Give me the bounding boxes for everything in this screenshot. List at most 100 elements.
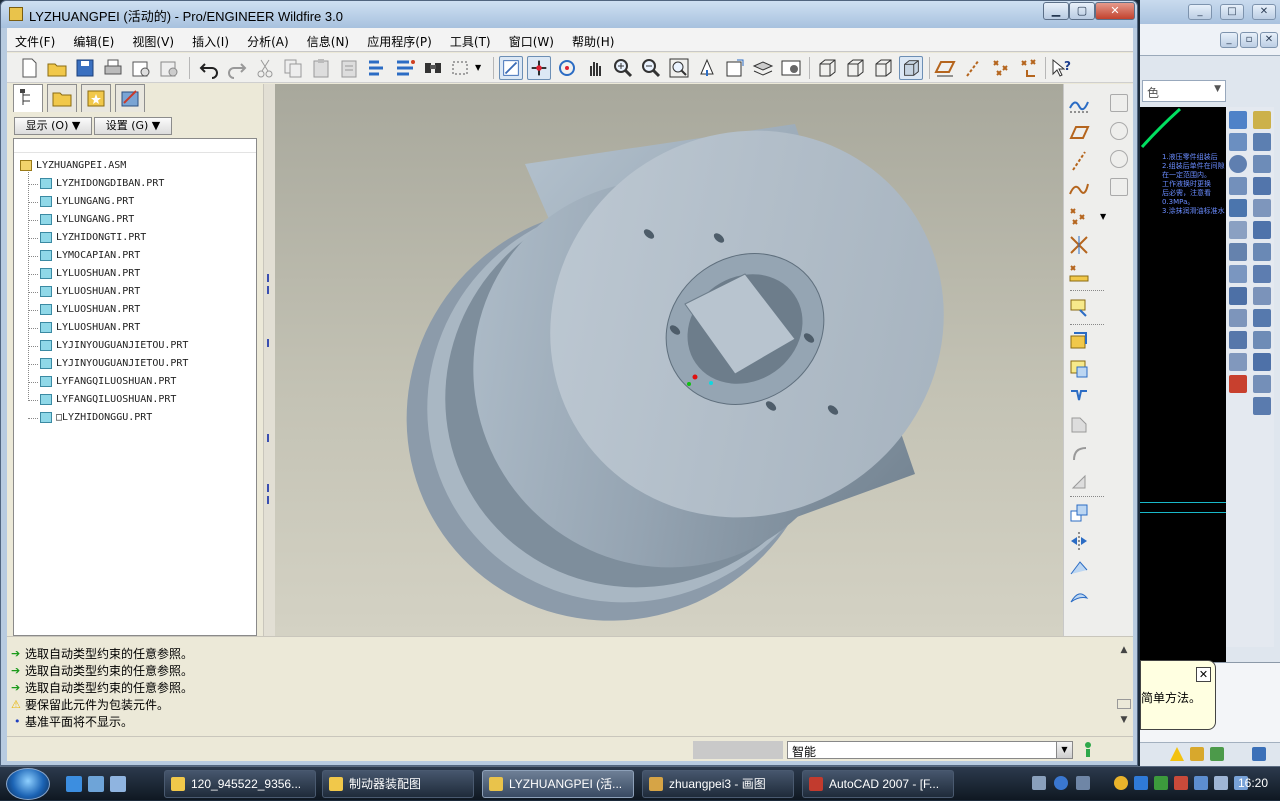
datum-plane-tool-icon[interactable] [1068, 122, 1090, 144]
redo-icon[interactable] [225, 56, 249, 80]
revolve-tool-icon[interactable] [1110, 122, 1128, 140]
help-icon[interactable] [1054, 776, 1068, 790]
connections-tab[interactable] [115, 84, 145, 112]
background-title-bar[interactable]: _ □ ✕ [1140, 0, 1280, 24]
menu-file[interactable]: 文件(F) [7, 28, 60, 50]
title-bar[interactable]: LYZHUANGPEI (活动的) - Pro/ENGINEER Wildfir… [1, 1, 1137, 28]
rib-tool-icon[interactable] [1068, 470, 1090, 492]
zoom-out-icon[interactable] [639, 56, 663, 80]
cad-lock-icon[interactable] [1190, 747, 1204, 761]
tree-item[interactable]: LYLUOSHUAN.PRT [14, 319, 256, 337]
create-component-icon[interactable] [1068, 358, 1090, 380]
cad-screen-icon[interactable] [1252, 747, 1266, 761]
hole-tool-icon[interactable] [1068, 386, 1090, 408]
copy-icon[interactable] [281, 56, 305, 80]
splitter-arrow[interactable] [267, 434, 272, 442]
saved-views-icon[interactable] [723, 56, 747, 80]
bg-doc-close-button[interactable]: ✕ [1260, 32, 1278, 48]
csys-display-icon[interactable] [1017, 56, 1041, 80]
cad-trim2-icon[interactable] [1253, 309, 1271, 327]
cad-stretch-icon[interactable] [1253, 287, 1271, 305]
scroll-up-arrow[interactable]: ▲ [1117, 645, 1131, 655]
open-icon[interactable] [45, 56, 69, 80]
start-button[interactable] [6, 768, 50, 800]
quicklaunch-switch-icon[interactable] [110, 776, 126, 792]
no-hidden-icon[interactable] [871, 56, 895, 80]
hidden-line-icon[interactable] [843, 56, 867, 80]
menu-tools[interactable]: 工具(T) [442, 28, 496, 50]
graphics-window[interactable] [275, 84, 1063, 636]
cad-polyline-icon[interactable] [1229, 133, 1247, 151]
cad-block-icon[interactable] [1229, 331, 1247, 349]
cad-array-icon[interactable] [1253, 199, 1271, 217]
menu-help[interactable]: 帮助(H) [564, 28, 619, 50]
volume-icon[interactable] [1214, 776, 1228, 790]
cad-warning-icon[interactable] [1170, 747, 1184, 761]
zoom-in-icon[interactable] [611, 56, 635, 80]
tree-item[interactable]: LYZHIDONGTI.PRT [14, 229, 256, 247]
tree-root-assembly[interactable]: LYZHUANGPEI.ASM [14, 157, 256, 175]
context-help-icon[interactable]: ? [1049, 56, 1073, 80]
show-button[interactable]: 显示 (O) ▼ [14, 117, 92, 135]
regenerate-icon[interactable] [365, 56, 389, 80]
analysis-feature-icon[interactable] [1068, 262, 1090, 284]
minimize-button[interactable]: ▁ [1043, 2, 1069, 20]
cad-dim-icon[interactable] [1229, 243, 1247, 261]
menu-applications[interactable]: 应用程序(P) [359, 28, 437, 50]
network-icon[interactable] [1194, 776, 1208, 790]
tree-item[interactable]: LYLUOSHUAN.PRT [14, 301, 256, 319]
input-method-icon[interactable] [1076, 776, 1090, 790]
offset-tool-icon[interactable] [1068, 558, 1090, 580]
select-box-icon[interactable] [449, 56, 473, 80]
tree-item[interactable]: LYMOCAPIAN.PRT [14, 247, 256, 265]
clock[interactable]: 16:20 [1238, 776, 1268, 790]
save-icon[interactable] [73, 56, 97, 80]
assemble-component-icon[interactable] [1068, 330, 1090, 352]
panel-splitter[interactable] [263, 84, 275, 636]
round-tool-icon[interactable] [1068, 414, 1090, 436]
datum-axis-tool-icon[interactable] [1068, 150, 1090, 172]
layers-icon[interactable] [751, 56, 775, 80]
cad-hatch-icon[interactable] [1229, 265, 1247, 283]
tree-item[interactable]: LYLUNGANG.PRT [14, 211, 256, 229]
model-tree-tab[interactable] [13, 84, 43, 112]
menu-view[interactable]: 视图(V) [124, 28, 179, 50]
tree-item[interactable]: LYZHIDONGDIBAN.PRT [14, 175, 256, 193]
cad-arc-icon[interactable] [1229, 177, 1247, 195]
layer-combo[interactable]: 色 ▼ [1142, 80, 1226, 102]
cad-scale-icon[interactable] [1253, 265, 1271, 283]
cad-rect-icon[interactable] [1229, 199, 1247, 217]
tree-item[interactable]: LYLUOSHUAN.PRT [14, 283, 256, 301]
splitter-arrow[interactable] [267, 286, 272, 294]
bg-doc-restore-button[interactable]: ▫ [1240, 32, 1258, 48]
cad-break-icon[interactable] [1253, 353, 1271, 371]
cad-trim-icon[interactable] [1229, 221, 1247, 239]
security-icon[interactable] [1154, 776, 1168, 790]
csys-tool-icon[interactable] [1068, 234, 1090, 256]
datum-point-tool-icon[interactable] [1068, 206, 1090, 228]
maximize-button[interactable]: ▢ [1069, 2, 1095, 20]
cad-copy-icon[interactable] [1253, 133, 1271, 151]
message-scrollbar[interactable]: ▲ ▼ [1117, 645, 1131, 735]
datum-plane-display-icon[interactable] [933, 56, 957, 80]
new-icon[interactable] [17, 56, 41, 80]
menu-analysis[interactable]: 分析(A) [239, 28, 294, 50]
sketch-tool-icon[interactable] [1068, 94, 1090, 116]
menu-info[interactable]: 信息(N) [299, 28, 354, 50]
cad-mirror-icon[interactable] [1253, 155, 1271, 173]
qq-icon[interactable] [1114, 776, 1128, 790]
shield-icon[interactable] [1134, 776, 1148, 790]
pattern-tool-icon[interactable] [1068, 502, 1090, 524]
model-tree[interactable]: LYZHUANGPEI.ASM LYZHIDONGDIBAN.PRT LYLUN… [13, 138, 257, 636]
bg-maximize-button[interactable]: □ [1220, 4, 1244, 20]
cad-line-icon[interactable] [1229, 111, 1247, 129]
menu-window[interactable]: 窗口(W) [501, 28, 559, 50]
menu-insert[interactable]: 插入(I) [184, 28, 234, 50]
cad-text-icon[interactable] [1229, 309, 1247, 327]
autocad-drawing-area[interactable]: 1.液压零件组装后 2.组装后单件在间隙 在一定范围内。 工作液换时更换 后必需… [1140, 107, 1226, 662]
folder-browser-tab[interactable] [47, 84, 77, 112]
brake-drum-model[interactable] [275, 84, 1063, 636]
datum-point-dropdown-arrow[interactable]: ▼ [1100, 212, 1106, 221]
tree-item[interactable]: LYJINYOUGUANJIETOU.PRT [14, 355, 256, 373]
cad-extend-icon[interactable] [1253, 331, 1271, 349]
